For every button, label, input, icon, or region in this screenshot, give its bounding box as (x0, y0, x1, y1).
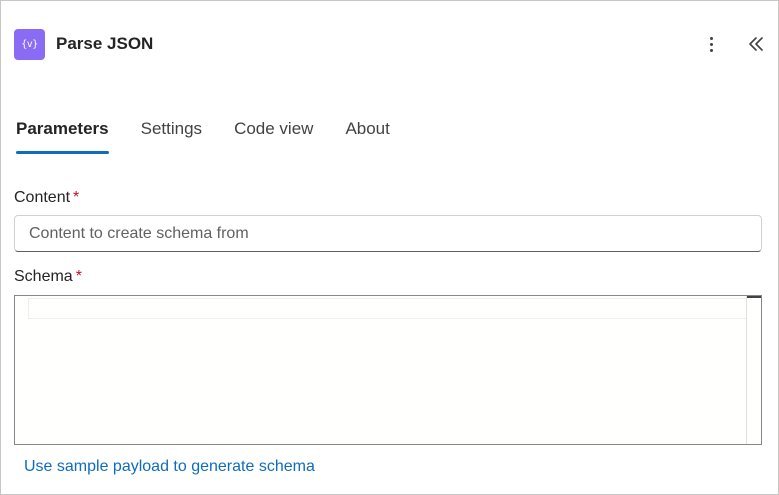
parse-json-action-icon: {v} (14, 29, 45, 60)
content-input[interactable] (14, 215, 762, 252)
required-marker: * (73, 189, 80, 206)
tab-settings[interactable]: Settings (141, 118, 202, 154)
curly-braces-variable-icon: {v} (21, 39, 38, 50)
more-vertical-icon-dot (709, 42, 713, 46)
editor-scrollbar[interactable] (746, 296, 761, 444)
panel-title: Parse JSON (56, 34, 154, 53)
more-vertical-icon (709, 36, 713, 40)
more-options-button[interactable] (699, 31, 723, 57)
more-vertical-icon-dot (709, 48, 713, 52)
schema-code-editor[interactable] (14, 295, 762, 445)
tab-parameters[interactable]: Parameters (16, 118, 109, 154)
double-chevron-left-icon (749, 37, 763, 51)
schema-label: Schema * (14, 268, 82, 286)
collapse-panel-button[interactable] (743, 31, 769, 57)
required-marker: * (75, 268, 82, 285)
tab-code-view[interactable]: Code view (234, 118, 313, 154)
use-sample-payload-link[interactable]: Use sample payload to generate schema (24, 458, 315, 476)
tab-list: Parameters Settings Code view About (16, 118, 422, 158)
content-label: Content * (14, 189, 79, 207)
editor-scrollbar-thumb[interactable] (747, 296, 761, 298)
editor-current-line (28, 298, 748, 319)
tab-about[interactable]: About (345, 118, 389, 154)
schema-label-text: Schema (14, 268, 73, 285)
content-label-text: Content (14, 189, 71, 206)
action-details-panel: {v} Parse JSON Parameters Settings Code … (0, 0, 779, 495)
